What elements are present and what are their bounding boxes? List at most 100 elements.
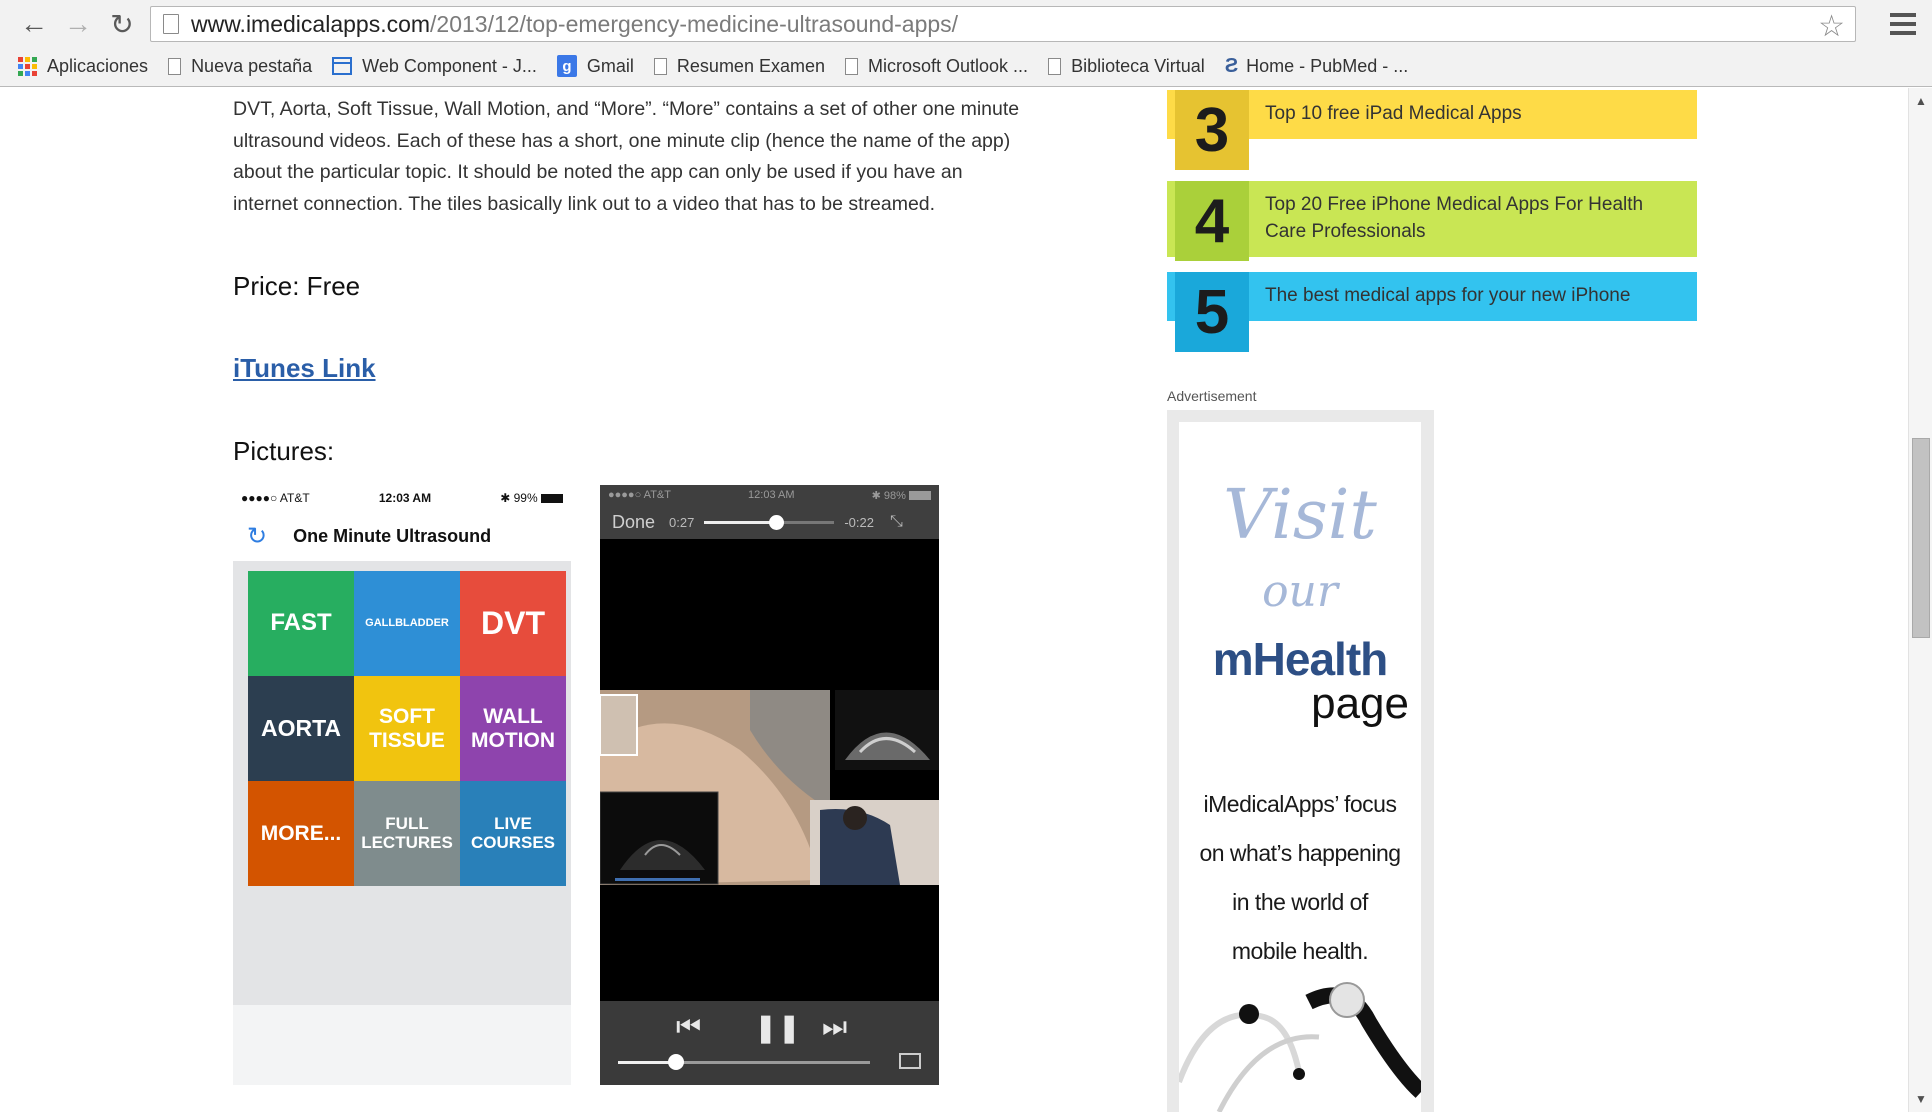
battery-text: 99%	[513, 491, 538, 505]
bookmark-label: Home - PubMed - ...	[1246, 55, 1409, 76]
tile-soft-tissue: SOFT TISSUE	[354, 676, 460, 781]
app-header: ↻ One Minute Ultrasound	[233, 511, 571, 561]
bookmark-microsoft-outlook[interactable]: Microsoft Outlook ...	[845, 56, 1028, 77]
playback-controls: ⏮ ❚❚ ⏭	[600, 1001, 939, 1085]
bookmark-resumen-examen[interactable]: Resumen Examen	[653, 55, 825, 77]
address-bar[interactable]: www.imedicalapps.com /2013/12/top-emerge…	[150, 6, 1856, 44]
tile-live-courses: LIVE COURSES	[460, 781, 566, 886]
volume-slider	[618, 1054, 870, 1070]
carrier-text: ●●●●○ AT&T	[241, 491, 310, 505]
related-post-title[interactable]: Top 20 Free iPhone Medical Apps For Heal…	[1265, 191, 1675, 245]
tile-more: MORE...	[248, 781, 354, 886]
related-post-number: 5	[1175, 272, 1249, 352]
bookmark-label: Microsoft Outlook ...	[868, 55, 1029, 76]
paragraph-line: ultrasound videos. Each of these has a s…	[233, 129, 1011, 152]
video-progress-bar	[704, 514, 835, 530]
bookmark-gmail[interactable]: g Gmail	[556, 55, 634, 77]
chrome-menu-icon[interactable]	[1890, 7, 1916, 41]
google-icon: g	[556, 55, 577, 77]
reload-icon[interactable]: ↻	[104, 6, 140, 42]
progress-fill	[704, 520, 776, 524]
page-icon	[168, 57, 182, 75]
tile-fast: FAST	[248, 571, 354, 676]
ad-copy-line: on what’s happening	[1199, 840, 1401, 866]
ad-visit-word: Visit	[1223, 476, 1377, 555]
browser-chrome: ← → ↻ www.imedicalapps.com /2013/12/top-…	[0, 0, 1932, 87]
video-top-bar: Done 0:27 -0:22 ⤡	[600, 505, 939, 539]
elapsed-time: 0:27	[669, 514, 695, 530]
back-arrow-icon[interactable]: ←	[16, 6, 52, 42]
related-post-title[interactable]: The best medical apps for your new iPhon…	[1265, 282, 1675, 309]
apps-grid-icon	[18, 56, 37, 76]
page-icon	[653, 57, 667, 75]
tile-dvt: DVT	[460, 571, 566, 676]
related-post-5[interactable]: 5 The best medical apps for your new iPh…	[1167, 272, 1697, 352]
bookmark-biblioteca-virtual[interactable]: Biblioteca Virtual	[1048, 56, 1205, 77]
done-button: Done	[612, 511, 656, 532]
bookmark-pubmed[interactable]: Ƨ Home - PubMed - ...	[1225, 55, 1408, 78]
pause-icon: ❚❚	[754, 1012, 801, 1043]
previous-track-icon: ⏮	[676, 1011, 702, 1042]
battery-icon	[908, 491, 931, 501]
pubmed-icon: Ƨ	[1224, 54, 1239, 77]
tile-wall-motion: WALL MOTION	[460, 676, 566, 781]
ad-our-word: our	[1262, 566, 1338, 617]
ad-copy: iMedicalApps’ focus on what’s happening …	[1179, 780, 1421, 976]
ad-mhealth-text: mHealth	[1212, 633, 1388, 685]
bookmarks-bar: Aplicaciones Nueva pestaña Web Component…	[0, 50, 1932, 82]
bookmark-label: Aplicaciones	[47, 55, 149, 76]
ad-copy-line: in the world of	[1232, 889, 1368, 915]
pictures-heading: Pictures:	[233, 436, 335, 466]
itunes-link[interactable]: iTunes Link	[233, 353, 376, 384]
bluetooth-icon: ✱	[871, 489, 884, 502]
page-icon	[845, 57, 858, 75]
volume-knob	[667, 1054, 684, 1070]
web-component-icon	[332, 57, 353, 75]
page-icon	[163, 14, 179, 34]
bookmark-label: Web Component - J...	[362, 55, 537, 76]
app-screenshot-video: ●●●●○ AT&T 12:03 AM ✱ 98% Done 0:27 -0:2…	[600, 485, 939, 1085]
phone-status-bar: ●●●●○ AT&T 12:03 AM ✱ 99%	[233, 485, 571, 511]
scrollbar-thumb[interactable]	[1912, 438, 1930, 638]
related-post-number: 4	[1175, 181, 1249, 261]
scroll-up-arrow-icon[interactable]: ▲	[1915, 94, 1927, 108]
page-scrollbar[interactable]: ▲ ▼	[1908, 88, 1932, 1112]
ad-visit-text: Visit our	[1179, 482, 1421, 618]
next-track-icon: ⏭	[822, 1011, 848, 1042]
app-screenshot-home: ●●●●○ AT&T 12:03 AM ✱ 99% ↻ One Minute U…	[233, 485, 571, 1085]
advertisement-banner[interactable]: Visit our mHealth page iMedicalApps’ foc…	[1167, 410, 1434, 1112]
bookmark-label: Resumen Examen	[676, 55, 825, 76]
related-post-3[interactable]: 3 Top 10 free iPad Medical Apps	[1167, 90, 1697, 170]
page-icon	[1048, 57, 1062, 75]
remaining-time: -0:22	[844, 514, 874, 530]
price-text: Price: Free	[233, 271, 361, 301]
video-frame	[600, 690, 939, 890]
scroll-down-arrow-icon[interactable]: ▼	[1915, 1092, 1927, 1106]
battery-text: 98%	[883, 489, 906, 502]
phone-status-bar: ●●●●○ AT&T 12:03 AM ✱ 98%	[600, 485, 939, 505]
ad-page-text: page	[1311, 679, 1409, 728]
app-footer-area	[233, 1005, 571, 1085]
bookmark-nueva-pestana[interactable]: Nueva pestaña	[168, 56, 312, 77]
bookmark-label: Nueva pestaña	[191, 55, 313, 76]
battery-icon	[541, 494, 563, 504]
paragraph-line: internet connection. The tiles basically…	[233, 192, 936, 215]
topic-tiles-grid: FAST GALLBLADDER DVT AORTA SOFT TISSUE W…	[248, 571, 566, 886]
airplay-icon	[899, 1053, 921, 1069]
refresh-icon: ↻	[247, 522, 268, 550]
bookmark-apps[interactable]: Aplicaciones	[18, 56, 148, 77]
related-post-number: 3	[1175, 90, 1249, 170]
paragraph-line: about the particular topic. It should be…	[233, 161, 963, 183]
related-post-4[interactable]: 4 Top 20 Free iPhone Medical Apps For He…	[1167, 181, 1697, 261]
tile-aorta: AORTA	[248, 676, 354, 781]
stethoscope-icon	[1179, 982, 1421, 1112]
forward-arrow-icon[interactable]: →	[60, 6, 96, 42]
bookmark-web-component[interactable]: Web Component - J...	[332, 56, 537, 77]
time-text: 12:03 AM	[748, 489, 795, 501]
paragraph-line: DVT, Aorta, Soft Tissue, Wall Motion, an…	[233, 98, 1020, 120]
url-host: www.imedicalapps.com	[191, 10, 431, 37]
bookmark-star-icon[interactable]: ☆	[1818, 9, 1845, 44]
bluetooth-icon: ✱	[500, 491, 514, 505]
related-post-title[interactable]: Top 10 free iPad Medical Apps	[1265, 100, 1675, 127]
url-path: /2013/12/top-emergency-medicine-ultrasou…	[430, 10, 959, 37]
